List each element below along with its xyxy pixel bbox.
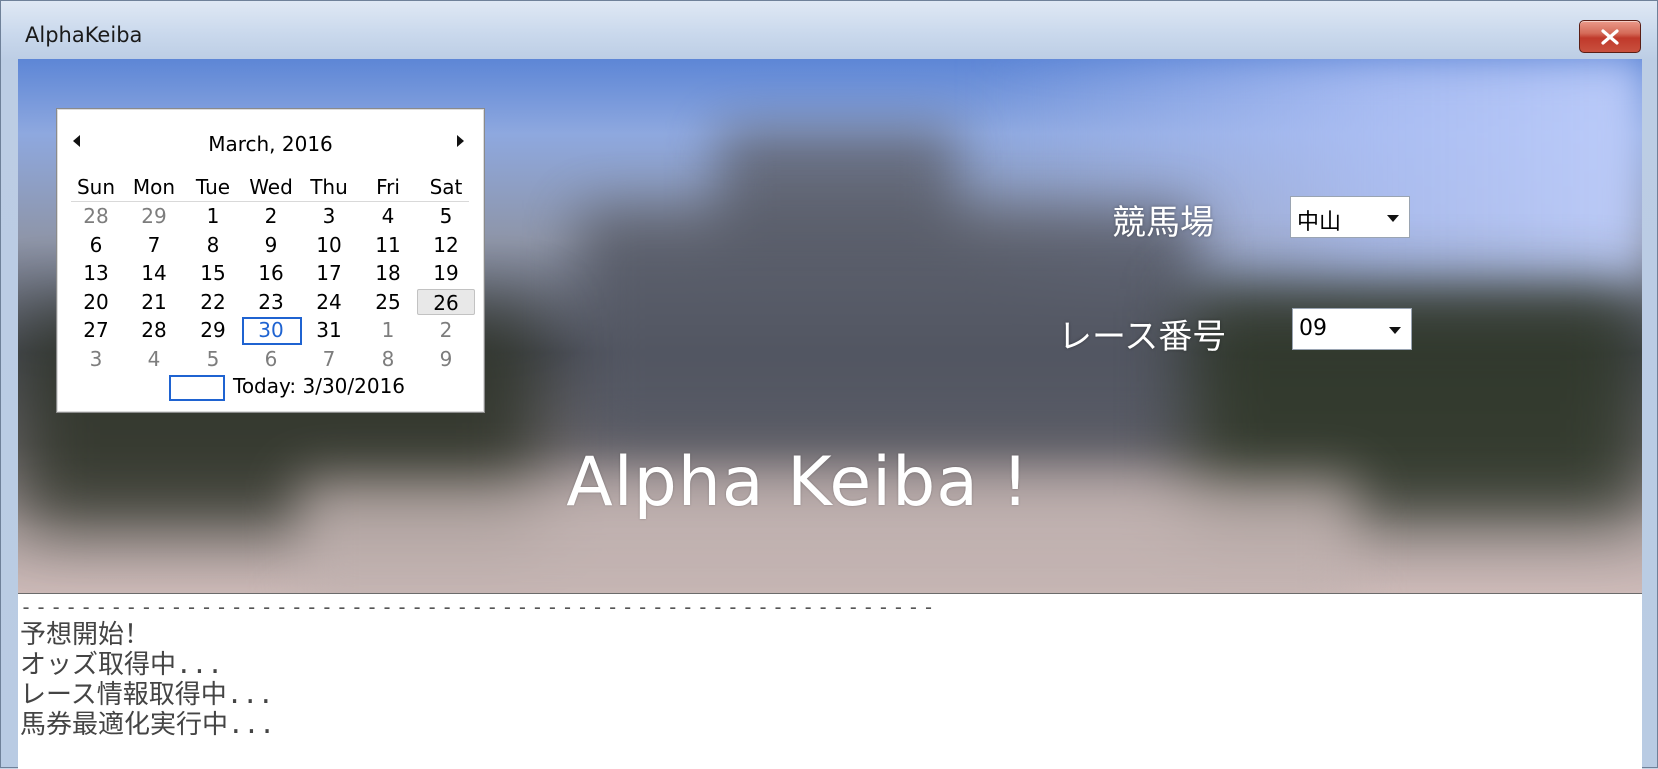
calendar-day[interactable]: 30 [242, 317, 302, 345]
race-number-label: レース番号 [1058, 317, 1227, 357]
calendar-day[interactable]: 7 [125, 232, 183, 258]
title-bar[interactable]: AlphaKeiba [1, 1, 1657, 59]
calendar-day[interactable]: 6 [67, 232, 125, 258]
weekday-header: Sat [429, 175, 463, 199]
window-title: AlphaKeiba [25, 23, 143, 47]
racecourse-select[interactable]: 中山 [1290, 196, 1410, 238]
next-month-icon[interactable] [457, 135, 464, 147]
app-window: AlphaKeiba March, 2016 Sun Mon Tue Wed Thu Fr… [0, 0, 1658, 769]
race-number-select[interactable]: 09 [1292, 308, 1412, 350]
weekday-header: Wed [249, 175, 293, 199]
calendar-day[interactable]: 15 [184, 260, 242, 286]
calendar-day[interactable]: 19 [417, 260, 475, 286]
banner-title: Alpha Keiba ! [566, 443, 1030, 522]
log-output-textbox[interactable]: ----------------------------------------… [18, 593, 1642, 769]
chevron-down-icon[interactable] [1389, 327, 1401, 334]
calendar-month-label[interactable]: March, 2016 [57, 132, 484, 156]
calendar-day[interactable]: 2 [242, 203, 300, 229]
calendar-day[interactable]: 17 [300, 260, 358, 286]
calendar-divider [71, 201, 469, 202]
calendar-day[interactable]: 28 [125, 317, 183, 343]
calendar-day[interactable]: 20 [67, 289, 125, 315]
calendar-day[interactable]: 28 [67, 203, 125, 229]
calendar-day[interactable]: 11 [359, 232, 417, 258]
race-number-select-value: 09 [1299, 316, 1327, 341]
calendar-day[interactable]: 1 [359, 317, 417, 343]
calendar-day[interactable]: 5 [184, 346, 242, 372]
calendar-day[interactable]: 2 [417, 317, 475, 343]
banner-background-image: March, 2016 Sun Mon Tue Wed Thu Fri Sat 28 29 1 2… [18, 59, 1642, 593]
log-separator: ----------------------------------------… [20, 595, 938, 619]
client-area: March, 2016 Sun Mon Tue Wed Thu Fri Sat 28 29 1 2… [18, 59, 1642, 769]
calendar-day[interactable]: 14 [125, 260, 183, 286]
calendar-day[interactable]: 3 [300, 203, 358, 229]
calendar-day[interactable]: 29 [125, 203, 183, 229]
calendar-day[interactable]: 1 [184, 203, 242, 229]
calendar-day[interactable]: 4 [125, 346, 183, 372]
calendar-day[interactable]: 12 [417, 232, 475, 258]
calendar-day[interactable]: 7 [300, 346, 358, 372]
calendar-day[interactable]: 24 [300, 289, 358, 315]
weekday-header: Tue [195, 175, 231, 199]
log-line: 予想開始！ [20, 620, 151, 650]
log-line: 馬券最適化実行中... [20, 710, 275, 740]
calendar-day[interactable]: 23 [242, 289, 300, 315]
today-link[interactable]: Today: 3/30/2016 [233, 374, 405, 398]
calendar-day[interactable]: 4 [359, 203, 417, 229]
calendar-day[interactable]: 31 [300, 317, 358, 343]
calendar-day[interactable]: 5 [417, 203, 475, 229]
close-icon [1601, 28, 1619, 45]
calendar-day[interactable]: 13 [67, 260, 125, 286]
calendar-day[interactable]: 21 [125, 289, 183, 315]
racecourse-select-value: 中山 [1297, 210, 1342, 235]
close-button[interactable] [1579, 20, 1641, 53]
calendar-day[interactable]: 9 [242, 232, 300, 258]
calendar-day[interactable]: 27 [67, 317, 125, 343]
calendar-day[interactable]: 22 [184, 289, 242, 315]
weekday-header: Thu [310, 175, 348, 199]
calendar-day[interactable]: 3 [67, 346, 125, 372]
today-marker [169, 375, 225, 401]
weekday-header: Sun [76, 175, 116, 199]
racecourse-label: 競馬場 [1112, 203, 1214, 243]
calendar-day[interactable]: 16 [242, 260, 300, 286]
chevron-down-icon[interactable] [1387, 215, 1399, 222]
calendar-day[interactable]: 26 [417, 289, 475, 315]
log-line: レース情報取得中... [20, 680, 274, 710]
calendar-day[interactable]: 8 [359, 346, 417, 372]
calendar-day[interactable]: 25 [359, 289, 417, 315]
log-line: オッズ取得中... [20, 650, 223, 680]
calendar-day[interactable]: 29 [184, 317, 242, 343]
calendar-day[interactable]: 9 [417, 346, 475, 372]
calendar-day[interactable]: 18 [359, 260, 417, 286]
weekday-header: Fri [376, 175, 400, 199]
month-calendar[interactable]: March, 2016 Sun Mon Tue Wed Thu Fri Sat 28 29 1 2… [56, 108, 485, 413]
calendar-day[interactable]: 6 [242, 346, 300, 372]
calendar-day[interactable]: 10 [300, 232, 358, 258]
calendar-day[interactable]: 8 [184, 232, 242, 258]
weekday-header: Mon [132, 175, 176, 199]
